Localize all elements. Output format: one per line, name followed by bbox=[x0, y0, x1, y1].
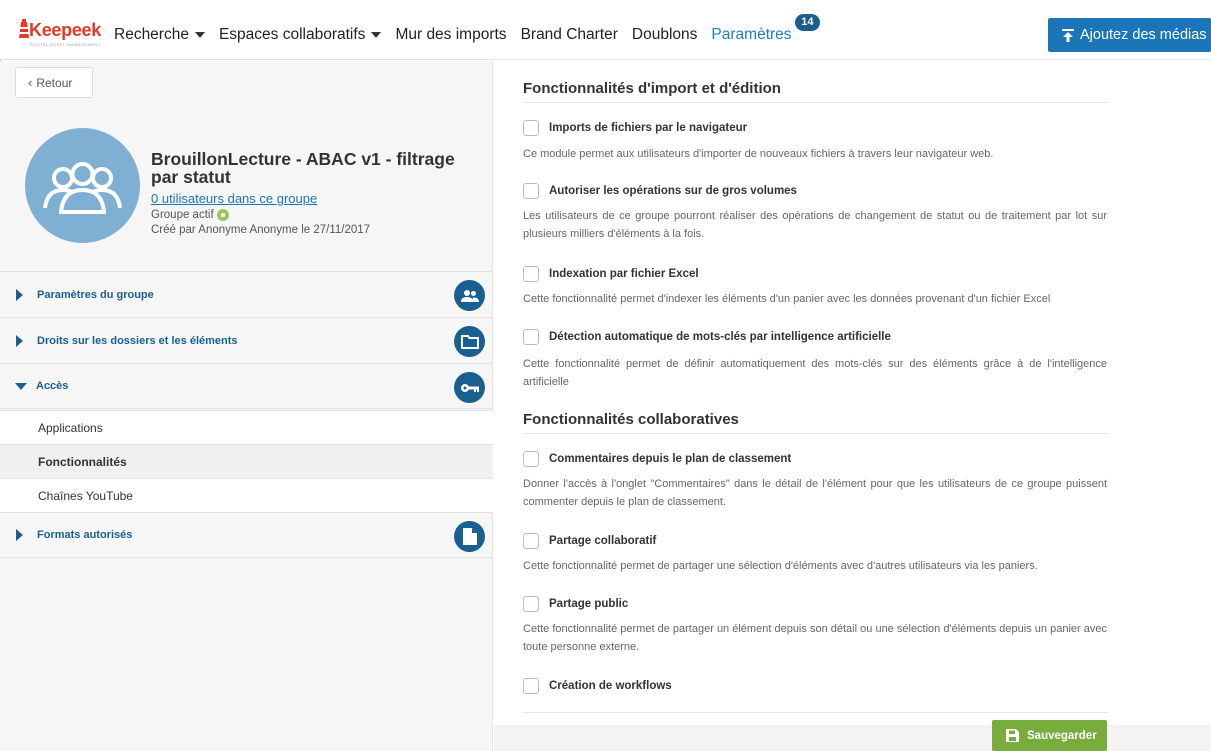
checkbox[interactable] bbox=[523, 678, 539, 694]
option-imports-navigateur[interactable]: Imports de fichiers par le navigateur bbox=[523, 120, 747, 136]
section-parametres-du-groupe[interactable]: Paramètres du groupe bbox=[0, 271, 493, 317]
back-button[interactable]: ‹ Retour bbox=[15, 67, 93, 98]
option-creation-workflows[interactable]: Création de workflows bbox=[523, 678, 672, 694]
nav-recherche[interactable]: Recherche bbox=[114, 26, 205, 44]
checkbox[interactable] bbox=[523, 596, 539, 612]
option-label: Partage collaboratif bbox=[549, 535, 657, 547]
divider bbox=[523, 712, 1107, 713]
group-title: BrouillonLecture - ABAC v1 - filtrage pa… bbox=[151, 149, 455, 187]
option-description: Cette fonctionnalité permet d'indexer le… bbox=[523, 293, 1051, 305]
access-item-label: Applications bbox=[38, 420, 103, 435]
access-item-fonctionnalites[interactable]: Fonctionnalités bbox=[0, 444, 493, 478]
nav-label: Espaces collaboratifs bbox=[218, 26, 366, 43]
add-media-label: Ajoutez des médias bbox=[1080, 27, 1207, 43]
option-description: Donner l'accès à l'onglet "Commentaires"… bbox=[523, 478, 1107, 508]
section-title-import: Fonctionnalités d'import et d'édition bbox=[523, 80, 781, 97]
save-icon bbox=[1006, 729, 1019, 742]
chevron-left-icon: ‹ bbox=[28, 75, 33, 90]
chevron-right-icon bbox=[16, 288, 23, 301]
nav-label: Recherche bbox=[114, 26, 189, 43]
main-nav: Recherche Espaces collaboratifs Mur des … bbox=[114, 14, 820, 44]
nav-espaces-collaboratifs[interactable]: Espaces collaboratifs bbox=[218, 26, 382, 44]
option-partage-collaboratif[interactable]: Partage collaboratif bbox=[523, 533, 656, 549]
option-description: Les utilisateurs de ce groupe pourront r… bbox=[523, 210, 1107, 240]
section-label: Formats autorisés bbox=[37, 529, 133, 541]
save-label: Sauvegarder bbox=[1027, 729, 1097, 742]
section-title-collaboratives: Fonctionnalités collaboratives bbox=[523, 411, 739, 428]
checkbox[interactable] bbox=[523, 183, 539, 199]
option-description: Cette fonctionnalité permet de définir a… bbox=[523, 358, 1107, 388]
divider bbox=[523, 102, 1107, 103]
nav-label: Mur des imports bbox=[395, 26, 507, 43]
checkbox[interactable] bbox=[523, 533, 539, 549]
chevron-right-icon bbox=[16, 529, 23, 541]
logo-tagline: DIGITAL ASSET MANAGEMENT bbox=[30, 42, 101, 47]
checkbox[interactable] bbox=[523, 120, 539, 136]
section-acces[interactable]: Accès bbox=[0, 363, 493, 409]
option-commentaires[interactable]: Commentaires depuis le plan de classemen… bbox=[523, 451, 791, 467]
access-item-label: Chaînes YouTube bbox=[38, 488, 133, 503]
option-label: Création de workflows bbox=[549, 680, 672, 692]
nav-label: Doublons bbox=[631, 26, 698, 43]
save-button[interactable]: Sauvegarder bbox=[992, 720, 1107, 751]
upload-icon bbox=[1062, 28, 1074, 42]
group-created: Créé par Anonyme Anonyme le 27/11/2017 bbox=[151, 224, 371, 236]
chevron-down-icon bbox=[15, 382, 27, 390]
folder-icon bbox=[454, 326, 485, 357]
group-status: Groupe actif bbox=[151, 209, 229, 221]
add-media-button[interactable]: Ajoutez des médias bbox=[1048, 18, 1211, 52]
nav-mur-des-imports[interactable]: Mur des imports bbox=[395, 26, 506, 44]
option-gros-volumes[interactable]: Autoriser les opérations sur de gros vol… bbox=[523, 183, 797, 199]
section-label: Paramètres du groupe bbox=[37, 288, 154, 301]
keepeek-logo[interactable]: Keepeek DIGITAL ASSET MANAGEMENT bbox=[16, 18, 106, 52]
access-item-chaines-youtube[interactable]: Chaînes YouTube bbox=[0, 478, 493, 512]
section-label: Accès bbox=[36, 380, 69, 392]
option-label: Indexation par fichier Excel bbox=[549, 268, 699, 280]
nav-label: Brand Charter bbox=[520, 26, 618, 43]
users-icon bbox=[454, 280, 485, 311]
section-label: Droits sur les dossiers et les éléments bbox=[37, 334, 238, 347]
nav-brand-charter[interactable]: Brand Charter bbox=[521, 26, 618, 44]
checkbox[interactable] bbox=[523, 329, 539, 345]
main-panel: Fonctionnalités d'import et d'édition Im… bbox=[494, 61, 1211, 751]
nav-parametres[interactable]: Paramètres 14 bbox=[711, 14, 820, 44]
option-description: Ce module permet aux utilisateurs d'impo… bbox=[523, 148, 994, 160]
logo-text: Keepeek bbox=[29, 20, 101, 40]
chevron-down-icon bbox=[194, 32, 205, 38]
file-icon bbox=[454, 521, 485, 552]
checkbox[interactable] bbox=[523, 266, 539, 282]
option-description: Cette fonctionnalité permet de partager … bbox=[523, 623, 1107, 653]
back-label: Retour bbox=[36, 75, 73, 90]
option-partage-public[interactable]: Partage public bbox=[523, 596, 628, 612]
nav-label: Paramètres bbox=[711, 26, 792, 43]
group-avatar bbox=[25, 128, 140, 243]
status-active-icon bbox=[216, 209, 229, 221]
group-users-icon bbox=[43, 162, 122, 214]
sidebar: ‹ Retour BrouillonLecture - ABAC v1 - fi… bbox=[0, 61, 493, 751]
group-users-link[interactable]: 0 utilisateurs dans ce groupe bbox=[151, 191, 317, 206]
chevron-down-icon bbox=[371, 32, 382, 38]
option-label: Commentaires depuis le plan de classemen… bbox=[549, 453, 792, 465]
option-detection-mots-cles[interactable]: Détection automatique de mots-clés par i… bbox=[523, 329, 891, 345]
group-status-text: Groupe actif bbox=[151, 209, 214, 221]
access-item-applications[interactable]: Applications bbox=[0, 410, 493, 444]
divider bbox=[523, 433, 1107, 434]
option-label: Autoriser les opérations sur de gros vol… bbox=[549, 185, 797, 197]
top-header: Keepeek DIGITAL ASSET MANAGEMENT Recherc… bbox=[0, 0, 1211, 60]
access-item-label: Fonctionnalités bbox=[38, 454, 127, 469]
notification-badge: 14 bbox=[795, 14, 820, 31]
option-indexation-excel[interactable]: Indexation par fichier Excel bbox=[523, 266, 699, 282]
section-droits[interactable]: Droits sur les dossiers et les éléments bbox=[0, 317, 493, 363]
option-description: Cette fonctionnalité permet de partager … bbox=[523, 560, 1038, 572]
section-formats-autorises[interactable]: Formats autorisés bbox=[0, 512, 493, 558]
nav-doublons[interactable]: Doublons bbox=[632, 26, 698, 44]
option-label: Détection automatique de mots-clés par i… bbox=[549, 331, 891, 343]
key-icon bbox=[454, 372, 485, 403]
chevron-right-icon bbox=[16, 334, 23, 347]
option-label: Partage public bbox=[549, 598, 629, 610]
option-label: Imports de fichiers par le navigateur bbox=[549, 122, 748, 134]
checkbox[interactable] bbox=[523, 451, 539, 467]
